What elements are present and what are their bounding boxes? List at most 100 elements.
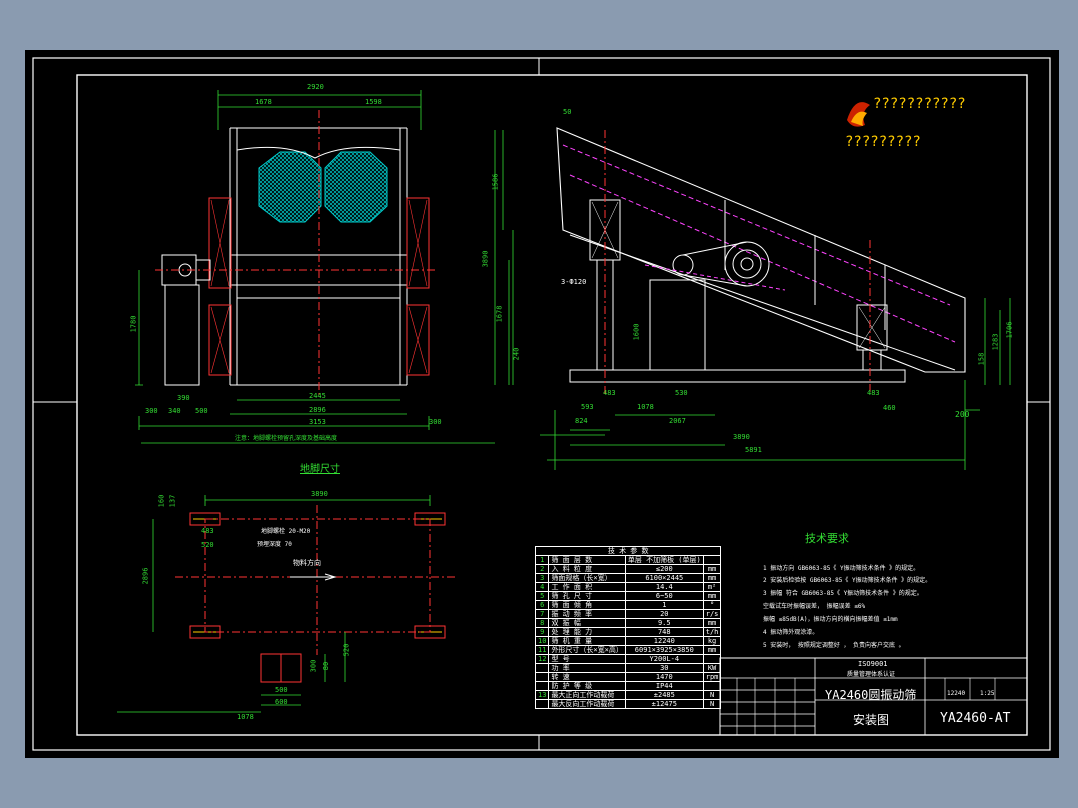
dim-label: 3153 — [309, 418, 326, 426]
dim-label: 500 — [275, 686, 288, 694]
spec-name: 功 率 — [548, 663, 626, 673]
dim-label: 483 — [201, 527, 214, 535]
spec-row: 5筛 孔 尺 寸 6~50 mm — [534, 591, 722, 601]
tech-title: 技术要求 — [805, 532, 849, 545]
spec-value: Y200L-4 — [624, 654, 704, 664]
tech-line: 1 振动方向 GB6063-85《 Y振动筛技术条件 》的规定。 — [763, 565, 920, 572]
front-view — [135, 90, 495, 444]
dim-label: 1780 — [129, 315, 138, 333]
spec-row: 12 型 号 Y200L-4 — [534, 654, 722, 664]
spec-value: 30 — [624, 663, 704, 673]
dim-label: 600 — [275, 698, 288, 706]
dim-label: 460 — [883, 404, 896, 412]
spec-unit: rpm — [702, 672, 722, 682]
spec-value: 1 — [624, 600, 704, 610]
tech-line: 空载试车时振幅误差， 振幅误差 ≤6% — [763, 603, 866, 610]
spec-row: 8双 振 幅 9.5 mm — [534, 618, 722, 628]
spec-unit: N — [702, 690, 722, 700]
spec-unit: ° — [702, 600, 722, 610]
spec-name: 型 号 — [548, 654, 626, 664]
spec-row: 防 护 等 级 IP44 — [534, 681, 722, 691]
dim-label: 483 — [603, 389, 616, 397]
spec-unit: t/h — [702, 627, 722, 637]
dim-label: 3890 — [311, 490, 328, 498]
dim-label: 80 — [322, 661, 331, 671]
dim-label: 2920 — [307, 83, 324, 91]
spec-row: 10 筛 机 重 量 12240 kg — [534, 636, 722, 646]
dim-label: 300 — [309, 659, 318, 673]
dim-label: 340 — [168, 407, 181, 415]
logo-flame-icon — [847, 102, 870, 127]
spec-value: ≤200 — [624, 564, 704, 574]
spec-unit: N — [702, 699, 722, 709]
front-note: 注意：地脚螺栓预留孔深度及基础高度 — [235, 435, 338, 442]
dim-label: 824 — [575, 417, 588, 425]
spec-row: 9处 理 能 力 748 t/h — [534, 627, 722, 637]
spec-no: 7 — [534, 609, 550, 619]
foundation-title: 地脚尺寸 — [300, 464, 340, 475]
dim-label: 50 — [563, 108, 572, 116]
bolt-label: 地脚螺栓 20-M20 — [261, 528, 311, 535]
drawing-code: YA2460-AT — [940, 711, 1011, 726]
dim-label: 300 — [429, 418, 442, 426]
tech-line: 3 振幅 符合 GB6063-85《 Y振动筛技术条件 》的规定。 — [763, 590, 923, 597]
dim-label: 137 — [168, 494, 177, 508]
dim-label: 390 — [177, 394, 190, 402]
spec-no — [534, 681, 550, 691]
dim-label: 1078 — [237, 713, 254, 721]
dim-label: 1600 — [632, 323, 641, 341]
spec-name: 最大反向工作动载荷 — [548, 699, 626, 709]
weight-label: 12240 — [947, 690, 966, 697]
spec-unit: mm — [702, 591, 722, 601]
spec-name: 双 振 幅 — [548, 618, 626, 628]
spec-name: 筛 面 层 数 — [548, 555, 626, 565]
iso-sub: 质量管理体系认证 — [847, 671, 896, 678]
spec-name: 防 护 等 级 — [548, 681, 626, 691]
spec-row: 1筛 面 层 数单层 不加筛板 (单层) — [534, 555, 722, 565]
spec-value: 单层 不加筛板 (单层) — [624, 555, 704, 565]
spec-name: 最大正向工作动载荷 — [548, 690, 626, 700]
iso-label: ISO9001 — [858, 660, 888, 668]
dim-label: 2896 — [309, 406, 326, 414]
dim-label: 593 — [581, 403, 594, 411]
spec-row: 7振 动 频 率 20 r/s — [534, 609, 722, 619]
spec-unit: mm — [702, 645, 722, 655]
dim-label: 530 — [675, 389, 688, 397]
mesh-panel-right — [324, 151, 388, 223]
spec-value: 6091×3925×3850 — [624, 645, 704, 655]
spec-unit — [702, 681, 722, 691]
spec-unit — [702, 555, 722, 565]
dim-label: 240 — [512, 347, 521, 361]
dim-label: 500 — [195, 407, 208, 415]
spec-name: 入 料 粒 度 — [548, 564, 626, 574]
scale-label: 1:25 — [980, 690, 995, 697]
spec-name: 筛 孔 尺 寸 — [548, 591, 626, 601]
spec-no: 6 — [534, 600, 550, 610]
spec-no: 8 — [534, 618, 550, 628]
spec-unit — [702, 654, 722, 664]
drawing-subtitle: 安装图 — [853, 713, 890, 727]
spec-row: 4工 作 面 积 14.4 m² — [534, 582, 722, 592]
spec-row: 最大反向工作动载荷 ±12475 N — [534, 699, 722, 709]
dim-label: 2067 — [669, 417, 686, 425]
spec-no — [534, 699, 550, 709]
dim-label: 1678 — [495, 305, 504, 323]
tech-line: 2 安装后检验按 GB6063-85《 Y振动筛技术条件 》的规定。 — [763, 577, 932, 584]
dim-label: 520 — [201, 541, 214, 549]
spec-row: 2入 料 粒 度 ≤200 mm — [534, 564, 722, 574]
dim-label: 3890 — [733, 433, 750, 441]
hole-label: 3-Ф120 — [561, 278, 587, 286]
spec-value: 6~50 — [624, 591, 704, 601]
spec-unit: KW — [702, 663, 722, 673]
spec-no: 5 — [534, 591, 550, 601]
spec-unit: mm — [702, 564, 722, 574]
dim-label: 300 — [145, 407, 158, 415]
dim-label: 2896 — [141, 567, 150, 585]
spec-no — [534, 663, 550, 673]
spec-no: 12 — [534, 654, 550, 664]
spec-no — [534, 672, 550, 682]
spec-row: 13 最大正向工作动载荷 ±2485 N — [534, 690, 722, 700]
dim-label: 200 — [955, 410, 970, 419]
dim-label: 1078 — [637, 403, 654, 411]
spec-value: ±2485 — [624, 690, 704, 700]
